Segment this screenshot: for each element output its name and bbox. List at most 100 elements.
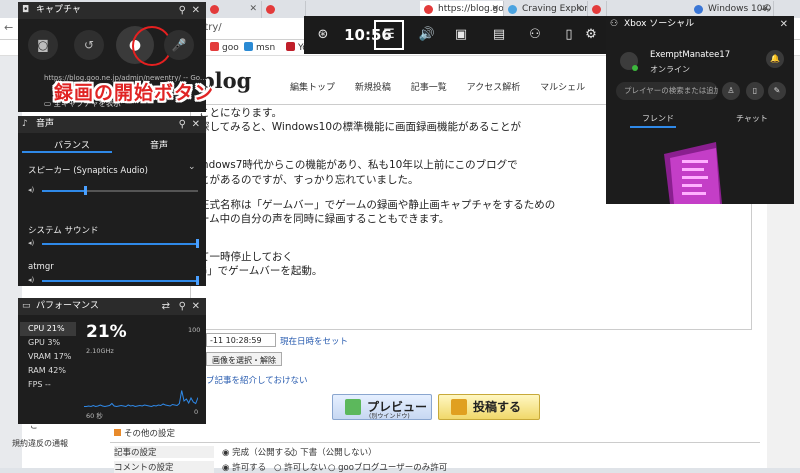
publish-radio[interactable]: ◉ 完成（公開する） [222,446,300,458]
monitor-icon: ▭ [22,301,31,311]
device-slider-fill [42,190,86,192]
app-slider-thumb[interactable] [196,276,199,285]
tab-friends[interactable]: フレンド [642,113,674,124]
tab-chat[interactable]: チャット [736,113,768,124]
select-image-button[interactable]: 画像を選択・解除 [206,352,282,366]
date-input[interactable]: -11 10:28:59 [206,333,276,347]
performance-icon[interactable]: ▤ [480,16,518,54]
top-nav: 編集トップ 新規投稿 記事一覧 アクセス解析 マルシェル [290,80,602,93]
nav-new-post[interactable]: 新規投稿 [355,83,391,93]
social-icon[interactable]: ⚇ [516,16,554,54]
friends-illustration [664,142,722,204]
add-person-icon[interactable]: ♙ [722,82,740,100]
capture-header: ◘ キャプチャ ⚲ ✕ [18,2,206,19]
system-sound-label: システム サウンド [28,226,99,236]
system-slider-fill [42,243,198,245]
browser-tab[interactable] [262,1,306,18]
perf-row-gpu[interactable]: GPU 3% [20,336,76,350]
pin-icon[interactable]: ⚲ [179,2,186,19]
player-search-input[interactable]: プレイヤーの検索または追加 [616,82,718,100]
preview-icon [345,399,361,415]
pin-icon[interactable]: ⚲ [179,298,186,315]
perf-row-fps[interactable]: FPS -- [20,378,76,392]
minus-icon [114,429,121,436]
back-arrow-icon[interactable]: ← [4,21,13,34]
nav-marche[interactable]: マルシェル [540,83,585,93]
report-link[interactable]: 規約違反の通報 [12,438,68,449]
post-icon [451,399,467,415]
nav-edit-top[interactable]: 編集トップ [290,83,335,93]
volume-icon: ◂) [28,276,35,284]
close-icon[interactable]: ✕ [192,298,200,315]
people-icon: ⚇ [610,19,619,29]
msn-icon [244,42,253,51]
annotation-label: 録画の開始ボタン [54,82,215,104]
record-last-button[interactable]: ↺ [74,30,104,60]
nav-post-list[interactable]: 記事一覧 [411,83,447,93]
performance-widget: ▭ パフォーマンス ⇄ ⚲ ✕ CPU 21% GPU 3% VRAM 17% … [18,298,206,424]
intro-link[interactable]: ブ記事を紹介しておけない [206,374,308,386]
set-now-link[interactable]: 現在日時をセット [280,335,348,347]
close-icon[interactable]: ✕ [780,16,788,33]
compose-icon[interactable]: ✎ [768,82,786,100]
performance-header: ▭ パフォーマンス ⇄ ⚲ ✕ [18,298,206,315]
perf-row-ram[interactable]: RAM 42% [20,364,76,378]
nav-analytics[interactable]: アクセス解析 [467,83,521,93]
post-button[interactable]: 投稿する [438,394,540,420]
comment-allow-radio[interactable]: ◉ 許可する [222,461,266,473]
audio-widget: ♪ 音声 ⚲ ✕ バランス 音声 スピーカー (Synaptics Audio)… [18,116,206,286]
cpu-clock: 2.10GHz [86,347,114,355]
gear-icon[interactable]: ⚙ [572,16,610,54]
graph-max-label: 100 [188,326,201,334]
gamertag: ExemptManatee17 [650,50,731,60]
phone-icon[interactable]: ▯ [746,82,764,100]
volume-icon: ◂) [28,239,35,247]
perf-row-vram[interactable]: VRAM 17% [20,350,76,364]
widget-menu-button[interactable]: ☰ [370,16,408,54]
close-icon[interactable]: ✕ [249,1,257,18]
tab-voice[interactable]: 音声 [150,138,168,151]
comment-goo-radio[interactable]: ○ gooブログユーザーのみ許可 [328,461,447,473]
app-name: atmgr [28,262,54,272]
cpu-graph-line [84,390,198,408]
close-icon[interactable]: ✕ [192,2,200,19]
graph-duration: 60 秒 [86,412,103,420]
chevron-down-icon[interactable]: ⌄ [188,162,196,172]
other-settings-toggle[interactable]: その他の設定 [114,427,175,439]
xbox-icon[interactable]: ⊛ [304,16,342,54]
screenshot-button[interactable]: ◙ [28,30,58,60]
options-icon[interactable]: ⇄ [162,298,170,315]
close-icon[interactable]: ✕ [192,116,200,133]
social-header: ⚇ Xbox ソーシャル ✕ [606,16,794,33]
pin-icon[interactable]: ⚲ [179,116,186,133]
bell-icon[interactable]: 🔔 [766,50,784,68]
camera-icon: ◘ [22,5,30,15]
bookmark-goo[interactable]: goo [210,42,239,53]
draft-radio[interactable]: ○ 下書（公開しない） [290,446,377,458]
browser-tab[interactable]: ✕ [206,1,262,18]
preview-button[interactable]: プレビュー (別ウインドウ) [332,394,432,420]
gamebar-toolbar: ⊛ 10:56 ☰ 🔊 ▣ ▤ ⚇ ▯ ⚙ [304,16,606,54]
perf-row-cpu[interactable]: CPU 21% [20,322,76,336]
online-status-dot [632,65,638,71]
capture-widget: ◘ キャプチャ ⚲ ✕ ◙ ↺ ● 🎤 https://blog.goo.ne.… [18,2,213,112]
tab-underline [630,126,676,128]
xbox-social-widget: ⚇ Xbox ソーシャル ✕ ExemptManatee17 オンライン 🔔 プ… [606,16,794,204]
tab-balance[interactable]: バランス [54,138,90,151]
audio-icon[interactable]: 🔊 [408,16,446,54]
yahoo-icon [286,42,295,51]
cpu-usage-value: 21% [86,322,127,342]
tab-underline [22,151,112,153]
audio-header: ♪ 音声 ⚲ ✕ [18,116,206,133]
comment-deny-radio[interactable]: ○ 許可しない [274,461,327,473]
device-slider-thumb[interactable] [84,186,87,195]
graph-min-label: 0 [194,408,199,416]
minimize-icon[interactable]: — [760,2,771,15]
capture-widget-icon[interactable]: ▣ [442,16,480,54]
cpu-graph [84,390,198,408]
system-slider-thumb[interactable] [196,239,199,248]
presence-status: オンライン [650,65,690,74]
speaker-icon: ♪ [22,119,28,129]
mic-off-button[interactable]: 🎤 [164,30,194,60]
bookmark-msn[interactable]: msn [244,42,275,53]
